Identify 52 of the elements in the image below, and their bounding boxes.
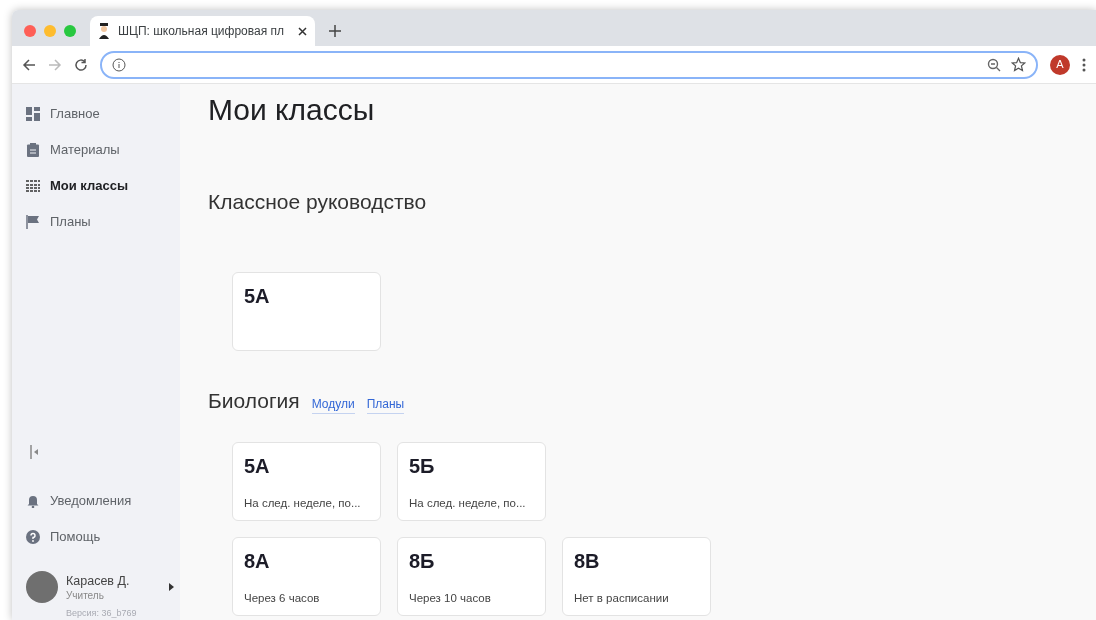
reload-icon[interactable] <box>74 57 88 72</box>
back-icon[interactable] <box>22 57 36 72</box>
class-name: 5А <box>244 454 271 479</box>
class-card[interactable]: 5А На след. неделе, по... <box>232 442 381 521</box>
student-icon <box>98 23 110 39</box>
section-link[interactable]: Планы <box>366 394 405 414</box>
table-icon <box>26 179 40 193</box>
sidebar-item[interactable]: Уведомления <box>26 482 180 519</box>
flag-icon <box>26 215 40 229</box>
section-link[interactable]: Модули <box>311 394 355 414</box>
user-role: Учитель <box>66 590 105 601</box>
page-title: Мои классы <box>208 92 376 128</box>
version-text: Версия: 36_b769 <box>66 606 138 620</box>
class-card[interactable]: 5А <box>232 271 381 351</box>
expand-icon[interactable] <box>169 582 174 591</box>
sidebar-item[interactable]: Главное <box>26 96 180 132</box>
sidebar-item[interactable]: Планы <box>26 204 180 240</box>
class-name: 8Б <box>409 549 436 574</box>
close-tab-icon[interactable] <box>298 26 307 36</box>
class-schedule-note: Через 10 часов <box>409 590 492 606</box>
menu-icon[interactable] <box>1082 57 1086 72</box>
collapse-sidebar-icon[interactable] <box>30 444 40 459</box>
clipboard-icon <box>26 143 40 157</box>
class-card[interactable]: 5Б На след. неделе, по... <box>397 442 546 521</box>
class-card[interactable]: 8Б Через 10 часов <box>397 537 546 616</box>
star-icon[interactable] <box>1011 57 1026 72</box>
class-name: 5А <box>244 283 271 309</box>
dashboard-icon <box>26 107 40 121</box>
user-avatar <box>26 570 58 603</box>
section-title: Биология <box>208 387 300 414</box>
class-name: 8А <box>244 549 271 574</box>
class-schedule-note: Через 6 часов <box>244 590 321 606</box>
class-name: 5Б <box>409 454 436 479</box>
sidebar-item[interactable]: Помощь <box>26 518 180 555</box>
class-card[interactable]: 8В Нет в расписании <box>562 537 711 616</box>
info-icon[interactable] <box>112 57 126 72</box>
section-title: Классное руководство <box>208 189 427 215</box>
class-schedule-note: На след. неделе, по... <box>409 495 527 511</box>
help-icon <box>26 529 40 544</box>
class-schedule-note: Нет в расписании <box>574 590 670 606</box>
tab-title: ШЦП: школьная цифровая пл <box>118 23 286 40</box>
profile-avatar[interactable]: A <box>1050 54 1070 75</box>
class-name: 8В <box>574 549 601 574</box>
class-card[interactable]: 8А Через 6 часов <box>232 537 381 616</box>
new-tab-icon[interactable] <box>329 25 341 37</box>
zoom-icon[interactable] <box>987 57 1001 72</box>
sidebar-item[interactable]: Материалы <box>26 132 180 168</box>
sidebar-item[interactable]: Мои классы <box>26 168 180 204</box>
browser-tab[interactable]: ШЦП: школьная цифровая пл <box>90 16 315 46</box>
bell-icon <box>26 493 40 508</box>
user-name: Карасев Д. <box>66 573 131 591</box>
class-schedule-note: На след. неделе, по... <box>244 495 362 511</box>
